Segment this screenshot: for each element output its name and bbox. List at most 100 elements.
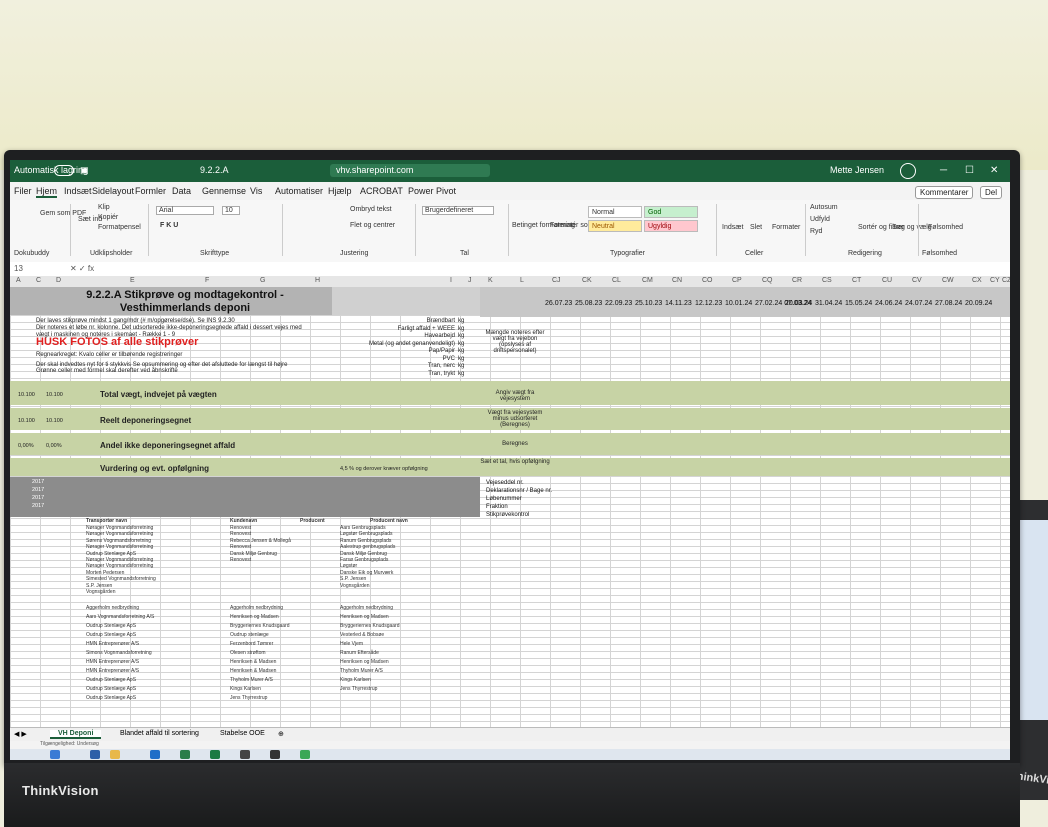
- column-header[interactable]: CL: [612, 277, 621, 284]
- style-normal[interactable]: Normal: [588, 206, 642, 218]
- search-box[interactable]: vhv.sharepoint.com: [330, 164, 490, 177]
- column-header[interactable]: CM: [642, 277, 653, 284]
- column-header[interactable]: CJ: [552, 277, 561, 284]
- column-header[interactable]: CR: [792, 277, 802, 284]
- wrap-text-button[interactable]: Ombryd tekst: [350, 206, 392, 213]
- column-header[interactable]: CS: [822, 277, 832, 284]
- unit-label: kg: [458, 370, 465, 377]
- column-header[interactable]: I: [450, 277, 452, 284]
- autosave-toggle[interactable]: [54, 165, 74, 176]
- column-header[interactable]: CO: [702, 277, 713, 284]
- column-header[interactable]: CY: [990, 277, 1000, 284]
- taskbar-app-icon[interactable]: [270, 750, 280, 759]
- font-name-select[interactable]: Arial: [156, 206, 215, 215]
- minimize-icon[interactable]: ─: [940, 165, 947, 176]
- sheet-tab[interactable]: Stabelse OOE: [220, 730, 265, 737]
- column-header[interactable]: CX: [972, 277, 982, 284]
- sensitivity-button[interactable]: Følsomhed: [928, 224, 963, 231]
- comments-button[interactable]: Kommentarer: [915, 186, 974, 199]
- find-select-button[interactable]: Søg og vælg: [892, 224, 932, 231]
- column-header[interactable]: A: [16, 277, 21, 284]
- column-header[interactable]: CN: [672, 277, 682, 284]
- outlook-icon[interactable]: [150, 750, 160, 759]
- clear-button[interactable]: Ryd: [810, 228, 822, 235]
- column-header[interactable]: E: [130, 277, 135, 284]
- column-header[interactable]: C: [36, 277, 41, 284]
- waste-category: Tran, trykt: [428, 370, 455, 377]
- name-box[interactable]: 13: [14, 264, 23, 273]
- menu-item-help[interactable]: Hjælp: [328, 186, 352, 196]
- column-header[interactable]: D: [56, 277, 61, 284]
- column-header[interactable]: H: [315, 277, 320, 284]
- taskbar-app-icon[interactable]: [240, 750, 250, 759]
- assessment-threshold: 4,5 % og derover kræver opfølgning: [340, 466, 428, 472]
- user-avatar[interactable]: [900, 163, 916, 179]
- group-alignment: Justering: [340, 250, 369, 257]
- maximize-icon[interactable]: ☐: [965, 165, 974, 176]
- style-good[interactable]: God: [644, 206, 698, 218]
- add-sheet-icon[interactable]: ⊕: [278, 730, 284, 738]
- column-header[interactable]: L: [520, 277, 524, 284]
- column-header[interactable]: CP: [732, 277, 742, 284]
- carrier-cell: Oudrup Stenlæge ApS: [86, 632, 137, 638]
- menu-item-view[interactable]: Vis: [250, 186, 262, 196]
- producer-cell: Bryggeriernes Knudsgaard: [340, 623, 400, 629]
- autosum-button[interactable]: Autosum: [810, 204, 838, 211]
- teams-icon[interactable]: [180, 750, 190, 759]
- customer-cell: Thyholm Murer A/S: [230, 677, 273, 683]
- number-format-select[interactable]: Brugerdefineret: [422, 206, 495, 215]
- bold-icon[interactable]: F K U: [160, 222, 178, 229]
- column-header[interactable]: CZ: [1002, 277, 1010, 284]
- record-label: Stikprøvekontrol: [486, 512, 530, 518]
- folder-icon[interactable]: [110, 750, 120, 759]
- column-header[interactable]: CQ: [762, 277, 773, 284]
- date-cell: 31.04.24: [815, 300, 843, 307]
- real-deposit-value: 10.100: [46, 418, 63, 424]
- column-header[interactable]: CV: [912, 277, 922, 284]
- sheet-nav-icon[interactable]: ◀ ▶: [14, 730, 27, 738]
- start-icon[interactable]: [50, 750, 60, 759]
- sheet-tab[interactable]: VH Deponi: [50, 730, 102, 739]
- customer-cell: Henriksen & Madsen: [230, 659, 277, 665]
- column-header[interactable]: G: [260, 277, 265, 284]
- producer-cell: Farsø Genbrugsplads: [340, 557, 389, 563]
- insert-cells-button[interactable]: Indsæt: [722, 224, 743, 231]
- sheet-tab[interactable]: Blandet affald til sortering: [120, 730, 199, 737]
- save-icon[interactable]: ▣: [80, 165, 89, 176]
- delete-cells-button[interactable]: Slet: [750, 224, 762, 231]
- column-header[interactable]: CK: [582, 277, 592, 284]
- accessibility-status: Tilgængelighed: Undersøg: [40, 741, 99, 747]
- style-neutral[interactable]: Neutral: [588, 220, 642, 232]
- column-header[interactable]: CW: [942, 277, 954, 284]
- menu-item-data[interactable]: Data: [172, 186, 191, 196]
- column-header[interactable]: F: [205, 277, 209, 284]
- menu-item-home[interactable]: Hjem: [36, 186, 58, 198]
- share-button[interactable]: Del: [980, 186, 1003, 199]
- fill-button[interactable]: Udfyld: [810, 216, 830, 223]
- excel-icon[interactable]: [210, 750, 220, 759]
- menu-item-review[interactable]: Gennemse: [202, 186, 246, 196]
- ribbon-divider: [415, 204, 416, 256]
- menu-item-automate[interactable]: Automatiser: [275, 186, 323, 196]
- taskbar-app-icon[interactable]: [90, 750, 100, 759]
- cut-button[interactable]: Klip: [98, 204, 110, 211]
- style-bad[interactable]: Ugyldig: [644, 220, 698, 232]
- format-painter-button[interactable]: Formatpensel: [98, 224, 141, 231]
- menu-item-formulas[interactable]: Formler: [135, 186, 166, 196]
- column-header[interactable]: K: [488, 277, 493, 284]
- merge-center-button[interactable]: Flet og centrer: [350, 222, 395, 229]
- carrier-cell: HMN Entreprenører A/S: [86, 641, 140, 647]
- menu-item-acrobat[interactable]: ACROBAT: [360, 186, 403, 196]
- menu-item-file[interactable]: Filer: [14, 186, 32, 196]
- font-size-select[interactable]: 10: [222, 206, 240, 215]
- column-header[interactable]: J: [468, 277, 472, 284]
- taskbar-app-icon[interactable]: [300, 750, 310, 759]
- menu-item-insert[interactable]: Indsæt: [64, 186, 92, 196]
- close-icon[interactable]: ✕: [990, 165, 998, 176]
- format-cells-button[interactable]: Formater: [772, 224, 800, 231]
- menu-item-layout[interactable]: Sidelayout: [92, 186, 134, 196]
- menu-item-powerpivot[interactable]: Power Pivot: [408, 186, 456, 196]
- copy-button[interactable]: Kopiér: [98, 214, 118, 221]
- column-header[interactable]: CT: [852, 277, 861, 284]
- column-header[interactable]: CU: [882, 277, 892, 284]
